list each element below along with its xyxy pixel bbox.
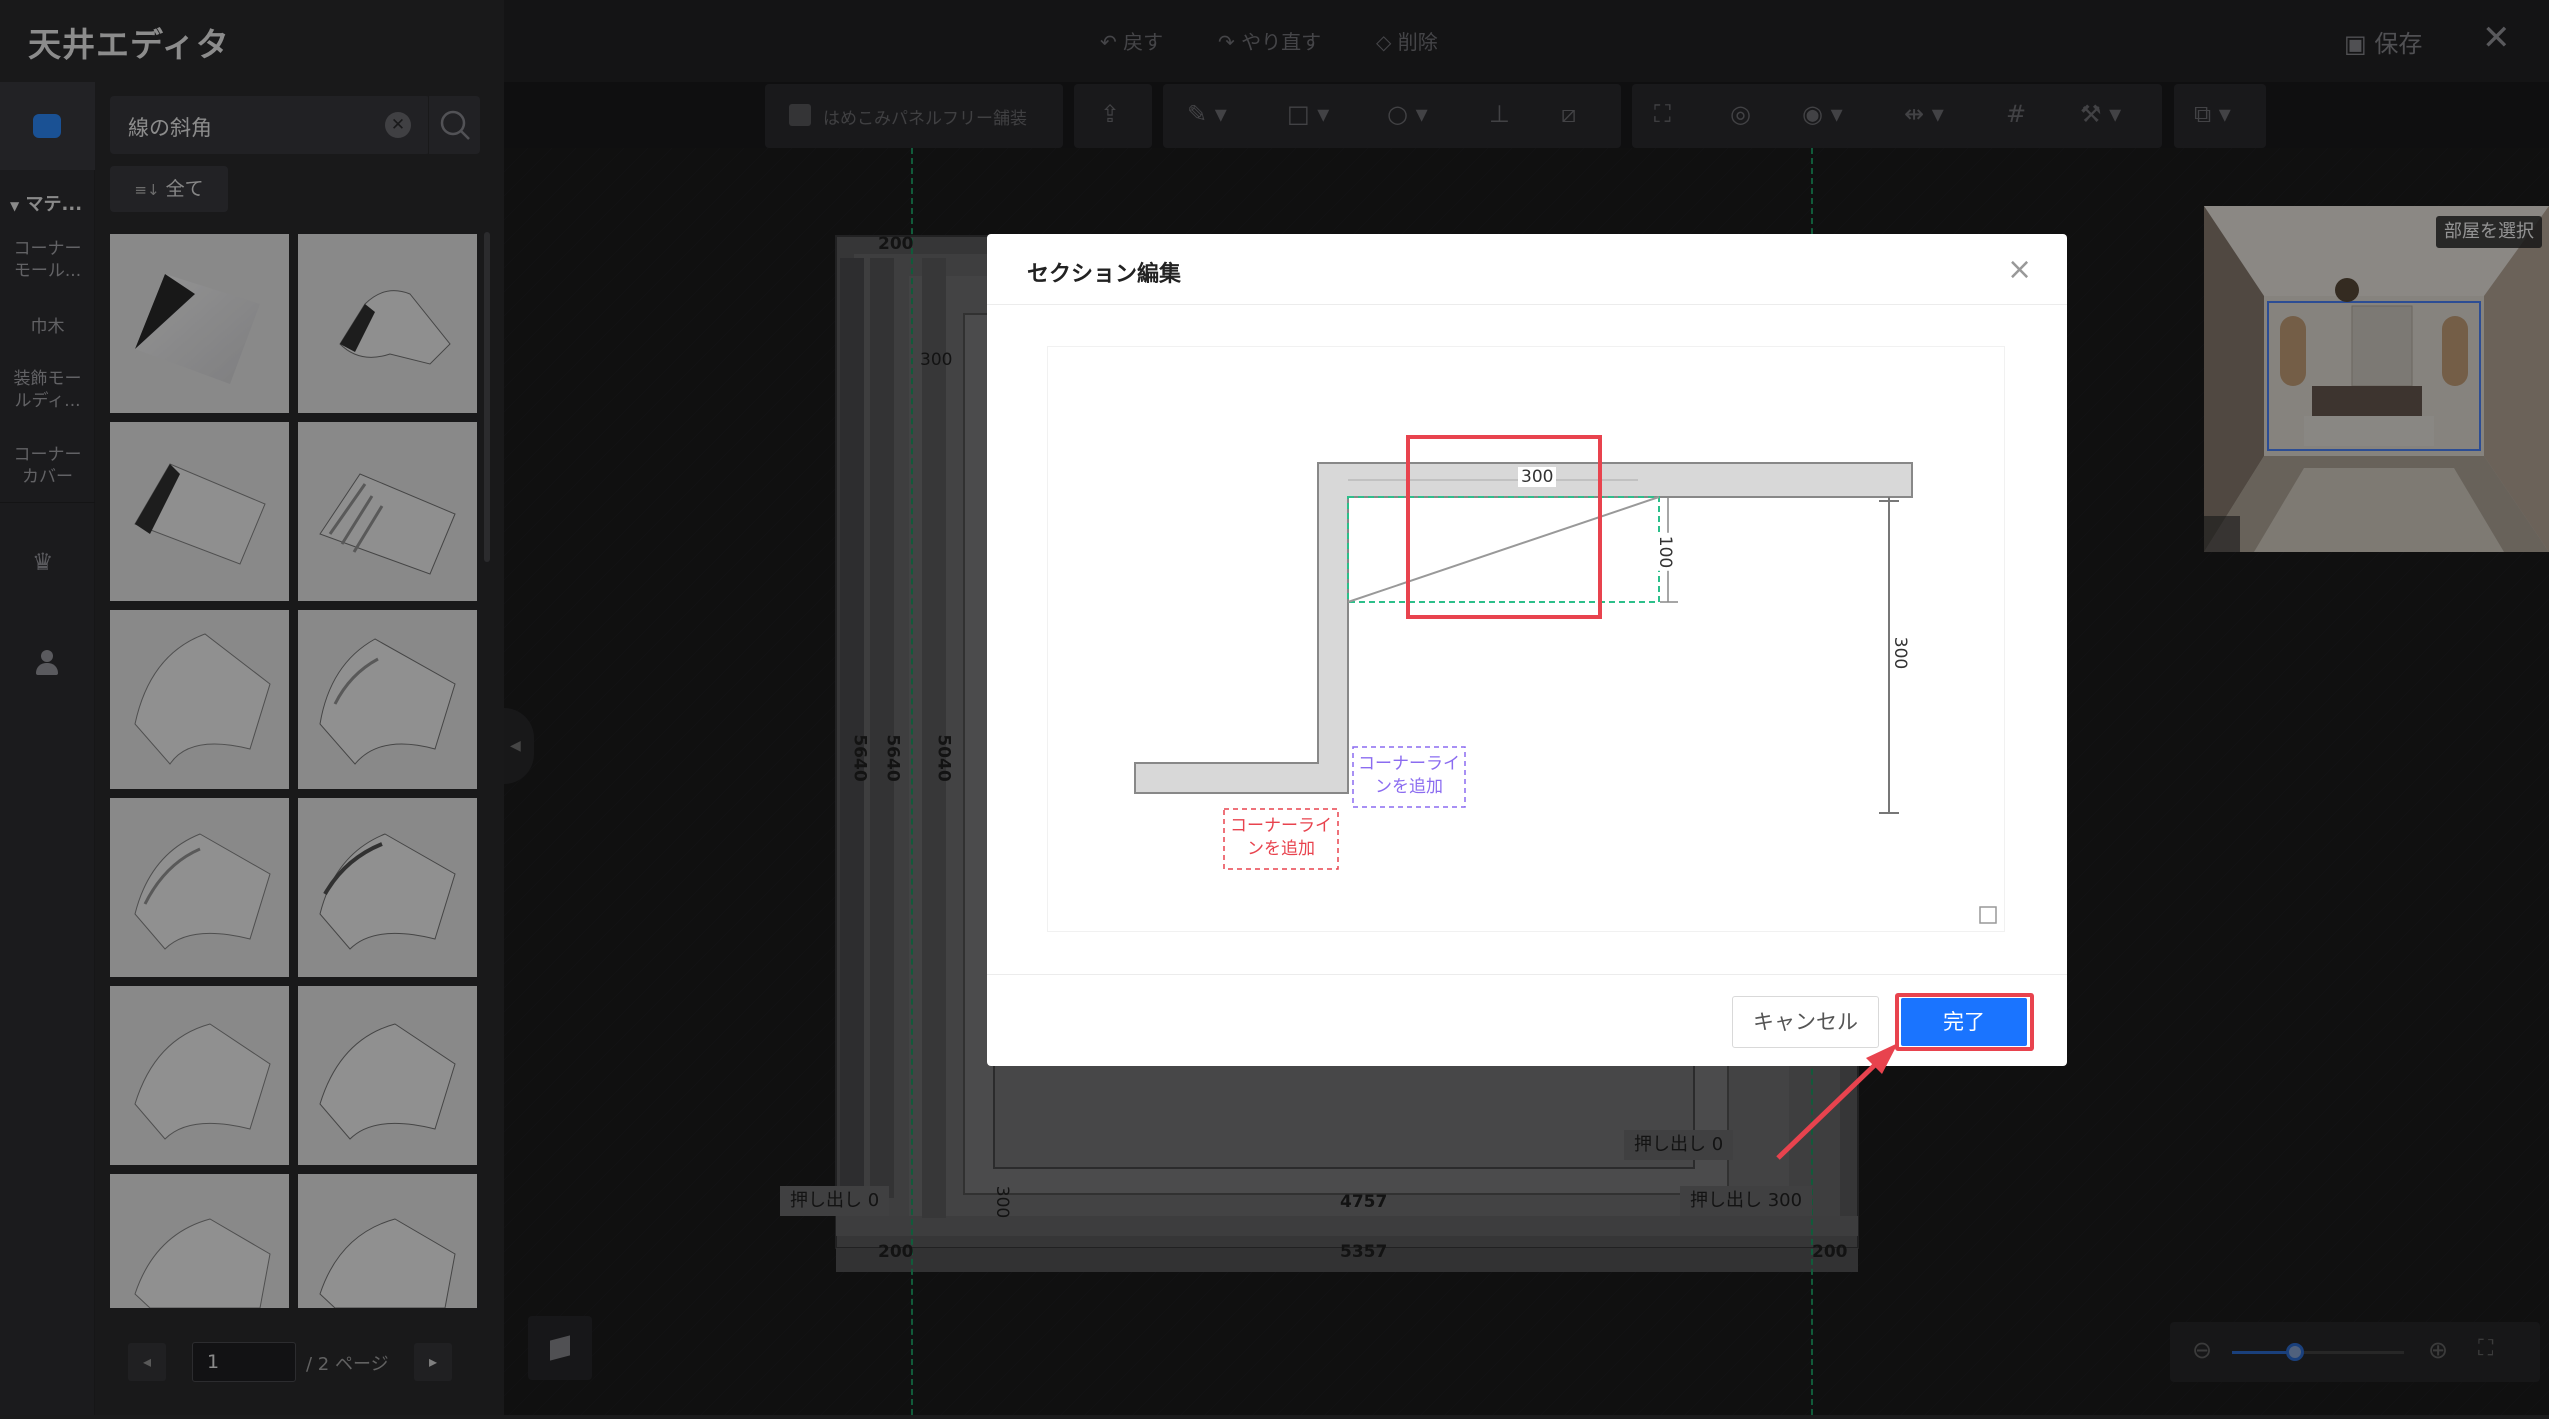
dim-height-300[interactable]: 300: [1890, 637, 1910, 669]
section-profile: [1134, 435, 1997, 924]
section-edit-dialog: セクション編集 × 300 100 300 コーナーライ ンを追加 コーナーライ…: [987, 234, 2067, 1066]
dim-top-300[interactable]: 300: [1518, 467, 1557, 487]
cancel-button[interactable]: キャンセル: [1732, 996, 1879, 1048]
dialog-title: セクション編集: [1027, 262, 1182, 287]
done-highlight: [1895, 993, 2034, 1051]
section-drawing-area[interactable]: 300 100 300 コーナーライ ンを追加 コーナーライ ンを追加: [1047, 346, 2005, 932]
fit-view-icon[interactable]: [1978, 905, 1998, 925]
dim-side-100[interactable]: 100: [1655, 532, 1676, 572]
close-icon[interactable]: ×: [2007, 252, 2032, 287]
dialog-divider-top: [987, 304, 2067, 305]
dialog-divider-bottom: [987, 974, 2067, 975]
add-corner-line-purple[interactable]: コーナーライ ンを追加: [1353, 753, 1465, 799]
add-corner-line-red[interactable]: コーナーライ ンを追加: [1224, 815, 1338, 861]
